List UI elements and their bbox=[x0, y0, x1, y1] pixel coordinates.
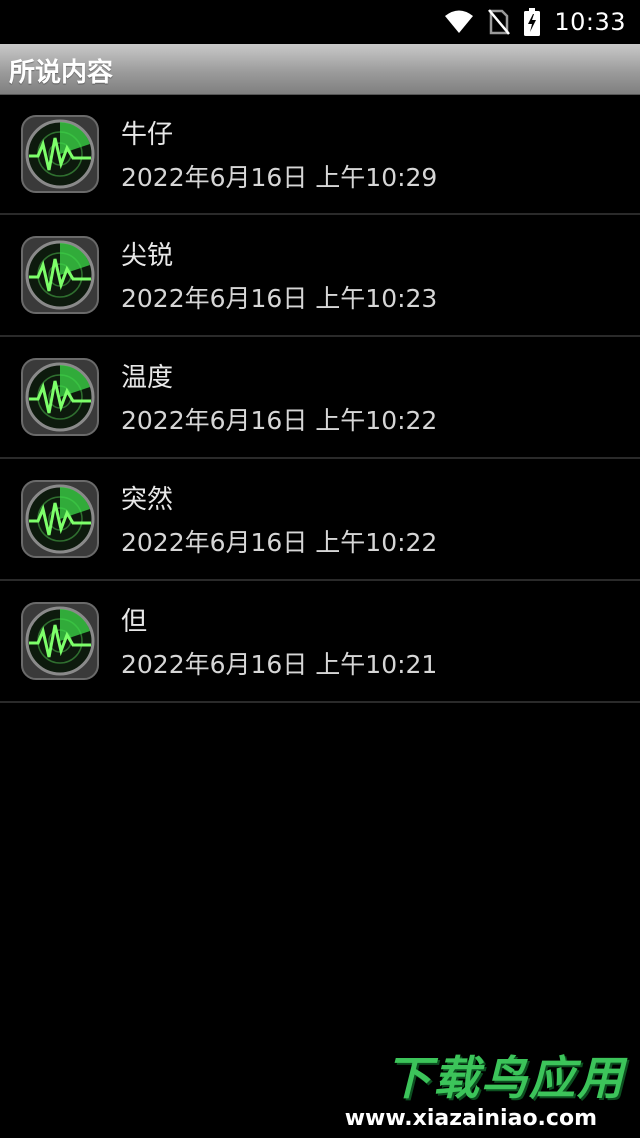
battery-charging-icon bbox=[524, 8, 541, 36]
list-item[interactable]: 温度 2022年6月16日 上午10:22 bbox=[0, 337, 640, 459]
page-title: 所说内容 bbox=[9, 58, 114, 88]
speech-history-list: 牛仔 2022年6月16日 上午10:29 尖锐 2022年6月16日 上午10… bbox=[0, 94, 640, 703]
list-item[interactable]: 尖锐 2022年6月16日 上午10:23 bbox=[0, 215, 640, 337]
status-bar: 10:33 bbox=[0, 0, 640, 44]
radar-icon bbox=[21, 358, 99, 436]
list-item[interactable]: 牛仔 2022年6月16日 上午10:29 bbox=[0, 94, 640, 215]
status-icons: 10:33 bbox=[444, 0, 626, 44]
item-title: 尖锐 bbox=[121, 241, 174, 271]
item-timestamp: 2022年6月16日 上午10:22 bbox=[121, 406, 438, 435]
item-title: 突然 bbox=[121, 485, 174, 515]
item-timestamp: 2022年6月16日 上午10:22 bbox=[121, 528, 438, 557]
no-sim-icon bbox=[488, 9, 511, 35]
item-timestamp: 2022年6月16日 上午10:23 bbox=[121, 284, 438, 313]
list-item[interactable]: 但 2022年6月16日 上午10:21 bbox=[0, 581, 640, 703]
item-title: 但 bbox=[121, 607, 148, 637]
item-timestamp: 2022年6月16日 上午10:21 bbox=[121, 650, 438, 679]
radar-icon bbox=[21, 602, 99, 680]
item-title: 温度 bbox=[121, 363, 174, 393]
title-bar: 所说内容 bbox=[0, 44, 640, 95]
radar-icon bbox=[21, 115, 99, 193]
watermark-brand: 下载鸟应用 bbox=[385, 1051, 625, 1105]
radar-icon bbox=[21, 480, 99, 558]
watermark-url: www.xiazainiao.com bbox=[344, 1106, 597, 1131]
item-title: 牛仔 bbox=[121, 120, 174, 150]
radar-icon bbox=[21, 236, 99, 314]
status-clock: 10:33 bbox=[554, 8, 626, 36]
item-timestamp: 2022年6月16日 上午10:29 bbox=[121, 163, 438, 192]
list-item[interactable]: 突然 2022年6月16日 上午10:22 bbox=[0, 459, 640, 581]
wifi-icon bbox=[444, 10, 474, 34]
watermark: 下载鸟应用 www.xiazainiao.com bbox=[325, 1040, 635, 1138]
